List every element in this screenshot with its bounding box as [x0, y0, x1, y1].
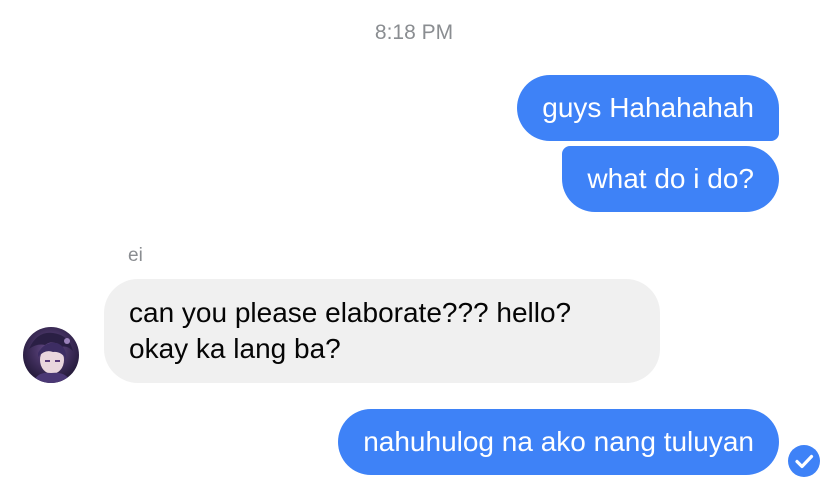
checkmark-circle-icon [787, 444, 821, 478]
incoming-message-bubble[interactable]: can you please elaborate??? hello? okay … [104, 279, 660, 383]
outgoing-message-bubble[interactable]: nahuhulog na ako nang tuluyan [338, 409, 779, 475]
outgoing-message-bubble[interactable]: guys Hahahahah [517, 75, 779, 141]
outgoing-message-bubble[interactable]: what do i do? [562, 146, 779, 212]
sender-name: ei [128, 245, 143, 266]
message-timestamp: 8:18 PM [374, 21, 454, 44]
avatar-icon[interactable] [23, 327, 79, 383]
